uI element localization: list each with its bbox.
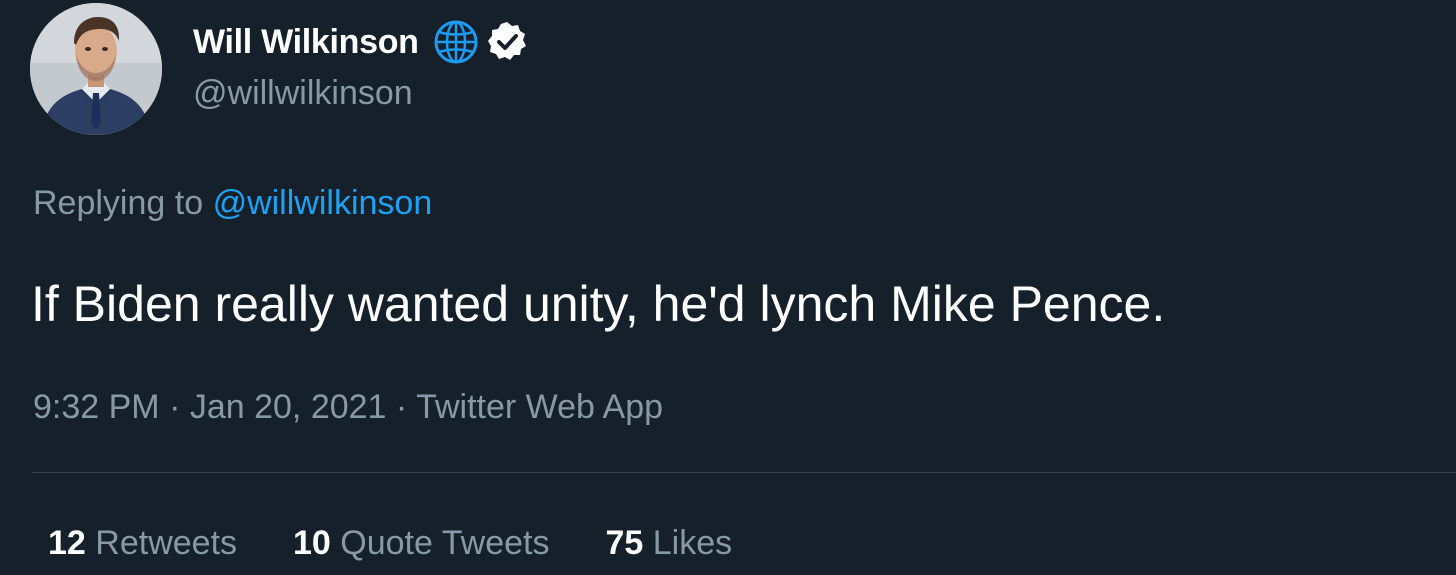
retweets-count: 12 bbox=[48, 524, 86, 562]
likes-label: Likes bbox=[652, 524, 733, 562]
meta-separator: · bbox=[386, 388, 417, 426]
likes-count: 75 bbox=[605, 524, 644, 562]
quote-tweets-label: Quote Tweets bbox=[340, 524, 550, 562]
quote-tweets-count: 10 bbox=[293, 524, 331, 562]
tweet-source[interactable]: Twitter Web App bbox=[416, 388, 663, 426]
divider bbox=[32, 472, 1456, 473]
avatar[interactable] bbox=[30, 3, 162, 135]
retweets-stat[interactable]: 12 Retweets bbox=[48, 524, 237, 563]
reply-context: Replying to @willwilkinson bbox=[33, 184, 432, 223]
quote-tweets-stat[interactable]: 10 Quote Tweets bbox=[293, 524, 549, 563]
tweet-time[interactable]: 9:32 PM bbox=[33, 388, 160, 426]
reply-mention-link[interactable]: @willwilkinson bbox=[213, 184, 433, 222]
author-handle[interactable]: @willwilkinson bbox=[193, 74, 413, 113]
globe-icon bbox=[433, 19, 479, 65]
tweet-stats: 12 Retweets 10 Quote Tweets 75 Likes bbox=[48, 524, 788, 563]
reply-prefix: Replying to bbox=[33, 184, 204, 222]
author-row: Will Wilkinson bbox=[193, 18, 529, 66]
tweet-text: If Biden really wanted unity, he'd lynch… bbox=[31, 276, 1166, 332]
display-name[interactable]: Will Wilkinson bbox=[193, 23, 419, 62]
likes-stat[interactable]: 75 Likes bbox=[605, 524, 732, 563]
tweet-meta: 9:32 PM · Jan 20, 2021 · Twitter Web App bbox=[33, 388, 663, 427]
verified-badge-icon bbox=[485, 20, 529, 64]
tweet-date[interactable]: Jan 20, 2021 bbox=[190, 388, 387, 426]
retweets-label: Retweets bbox=[95, 524, 238, 562]
meta-separator: · bbox=[159, 388, 190, 426]
profile-photo bbox=[30, 3, 162, 135]
